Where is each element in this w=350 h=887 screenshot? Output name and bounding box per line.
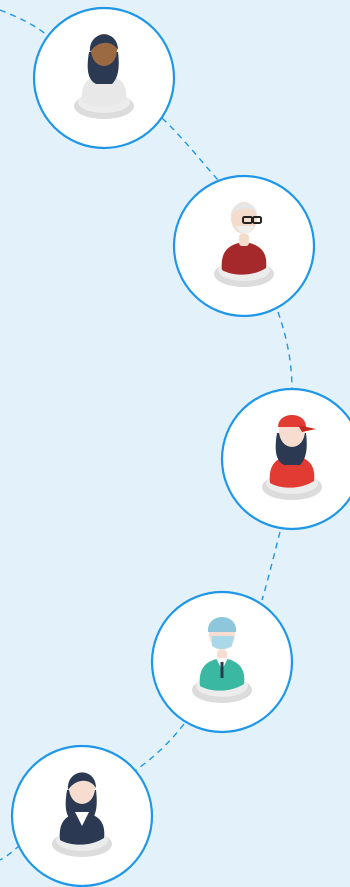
avatar-node-4[interactable]	[150, 590, 294, 734]
people-network-illustration	[0, 6, 350, 887]
tie-icon	[220, 662, 224, 678]
avatar-node-2[interactable]	[172, 174, 316, 318]
avatar-node-5[interactable]	[10, 744, 154, 887]
figure-neck	[239, 234, 249, 246]
avatar-node-1[interactable]	[32, 6, 176, 150]
avatar-node-3[interactable]	[220, 387, 350, 531]
